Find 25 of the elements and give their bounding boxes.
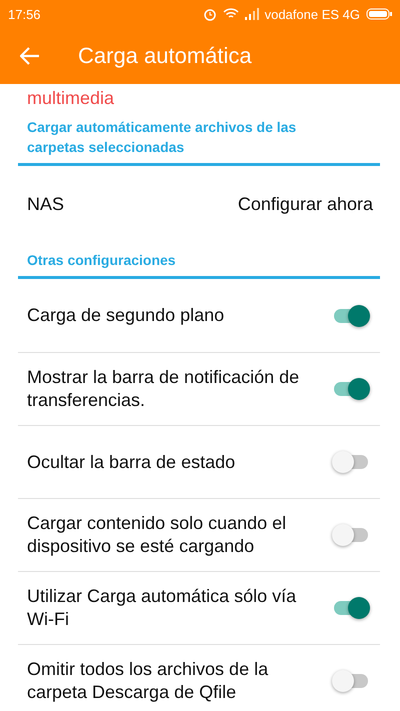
section-header: Otras configuraciones <box>18 242 380 279</box>
section-header: Cargar automáticamente archivos de las carpetas seleccionadas <box>18 109 380 166</box>
setting-label: Ocultar la barra de estado <box>27 450 236 474</box>
setting-label: Omitir todos los archivos de la carpeta Descarga de Qfile <box>27 658 270 704</box>
back-icon[interactable] <box>20 47 40 65</box>
setting-label: Cargar contenido solo cuando el dispositivo se esté cargando <box>27 512 288 558</box>
toggle-switch[interactable] <box>332 304 370 326</box>
toggle-switch[interactable] <box>332 524 370 546</box>
toggle-switch[interactable] <box>332 378 370 400</box>
wifi-icon <box>222 8 239 20</box>
item-label: NAS <box>27 194 64 214</box>
setting-label: Mostrar la barra de notificación de transferencias. <box>27 366 300 412</box>
setting-label: Carga de segundo plano <box>27 304 224 327</box>
setting-label: Utilizar Carga automática sólo vía Wi-Fi <box>27 585 298 631</box>
alarm-icon <box>202 7 217 21</box>
toggle-switch[interactable] <box>332 451 370 473</box>
battery-icon <box>366 8 392 20</box>
configure-link[interactable]: Configurar ahora <box>238 194 373 214</box>
screen-title: Carga automática <box>78 43 252 69</box>
notice-text: multimedia <box>26 87 116 109</box>
toggle-switch[interactable] <box>332 597 370 619</box>
toggle-switch[interactable] <box>332 670 370 692</box>
carrier-name: vodafone ES 4G <box>264 6 360 22</box>
signal-icon <box>244 8 259 20</box>
status-time: 17:56 <box>8 6 41 22</box>
